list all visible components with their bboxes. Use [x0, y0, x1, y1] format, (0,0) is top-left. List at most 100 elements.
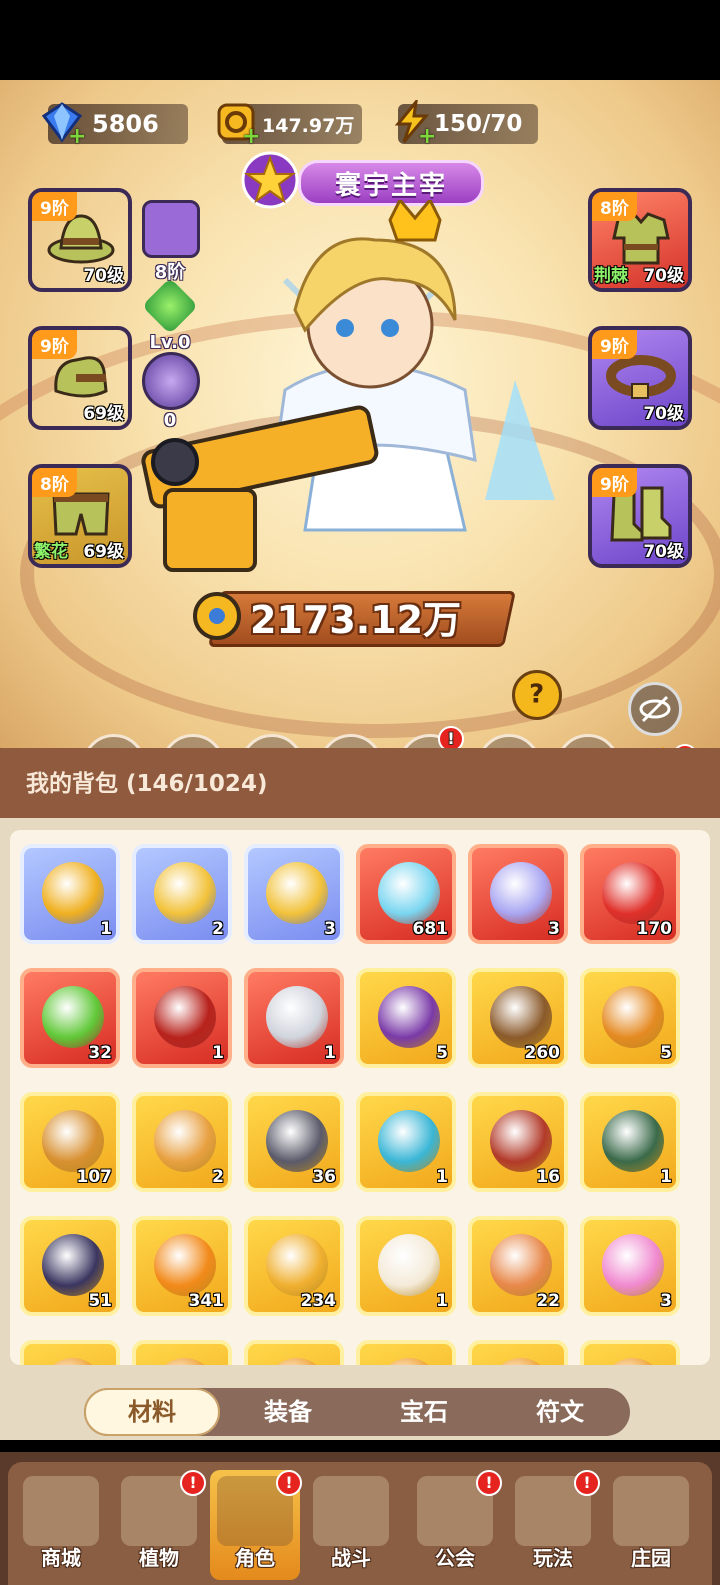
equip-slot-armor[interactable]: 8阶 荆棘 70级 — [588, 188, 692, 292]
planet-icon — [142, 352, 200, 410]
bag-item[interactable]: 32 — [20, 968, 120, 1068]
tier-label: 9阶 — [592, 330, 637, 359]
equip-slot-boots[interactable]: 9阶 70级 — [588, 464, 692, 568]
nav-manor[interactable]: 庄园 — [606, 1470, 696, 1580]
pink-crystal-icon — [602, 1234, 664, 1296]
bag-item[interactable]: 3 — [468, 844, 568, 944]
tab-rune[interactable]: 符文 — [556, 734, 620, 748]
tab-pet[interactable]: 宠物 — [240, 734, 304, 748]
green-crystal-icon — [141, 277, 199, 335]
level-label: 69级 — [83, 542, 124, 562]
nav-guild[interactable]: 公会 ! — [410, 1470, 502, 1580]
level-label: 69级 — [83, 404, 124, 424]
equip-slot-pants[interactable]: 8阶 繁花 69级 — [28, 464, 132, 568]
bag-item[interactable]: 341 — [132, 1216, 232, 1316]
backpack-tier[interactable]: 8阶 — [142, 200, 200, 284]
backpack-icon — [142, 200, 200, 258]
bag-item[interactable]: 22 — [468, 1216, 568, 1316]
costume-icon — [161, 734, 225, 748]
bag-item[interactable] — [132, 1340, 232, 1365]
bag-item[interactable]: 170 — [580, 844, 680, 944]
item-count: 5 — [436, 1043, 448, 1063]
nav-shop[interactable]: 商城 — [16, 1470, 106, 1580]
bag-item[interactable]: 3 — [580, 1216, 680, 1316]
gem-counter[interactable]: + 5806 — [41, 102, 188, 149]
tab-materials[interactable]: 材料 — [84, 1388, 220, 1436]
status-bar — [0, 0, 720, 80]
alert-badge: ! — [180, 1470, 206, 1496]
red-book-icon — [154, 986, 216, 1048]
bag-item[interactable]: 1 — [20, 844, 120, 944]
nav-plants[interactable]: 植物 ! — [114, 1470, 206, 1580]
bag-item[interactable]: 3 — [244, 844, 344, 944]
tab-runes[interactable]: 符文 — [492, 1388, 628, 1436]
tier-label: 8阶 — [32, 468, 77, 497]
tab-decoration[interactable]: 装饰 — [319, 734, 383, 748]
crystal-level[interactable]: Lv.0 — [141, 277, 199, 353]
equip-slot-hat[interactable]: 9阶 70级 — [28, 188, 132, 292]
bag-item[interactable]: 1 — [132, 968, 232, 1068]
nav-label: 公会 — [435, 1546, 475, 1570]
nav-label: 战斗 — [331, 1546, 371, 1570]
add-gold-icon[interactable]: + — [242, 124, 260, 149]
bag-item[interactable] — [468, 1340, 568, 1365]
tab-costume[interactable]: 时装 — [161, 734, 225, 748]
bag-item[interactable]: 1 — [580, 1092, 680, 1192]
bag-item[interactable] — [20, 1340, 120, 1365]
add-energy-icon[interactable]: + — [418, 124, 436, 149]
tab-weapon[interactable]: 武器 — [82, 734, 146, 748]
skull-scroll-icon — [378, 986, 440, 1048]
hide-view-button[interactable] — [628, 682, 682, 736]
syringe-icon — [154, 862, 216, 924]
combat-power: 2173.12万 — [190, 585, 530, 647]
ruby-key-icon — [602, 986, 664, 1048]
gold-counter[interactable]: + 147.97万 — [217, 103, 362, 149]
alert-badge: ! — [476, 1470, 502, 1496]
nav-battle[interactable]: 战斗 — [306, 1470, 396, 1580]
equip-slot-gloves[interactable]: 9阶 69级 — [28, 326, 132, 430]
shop-icon — [23, 1476, 99, 1546]
nav-character[interactable]: 角色 ! — [210, 1470, 302, 1580]
bag-item[interactable]: 260 — [468, 968, 568, 1068]
bag-item[interactable] — [244, 1340, 344, 1365]
tab-gems[interactable]: 宝石 — [356, 1388, 492, 1436]
bag-item[interactable]: 51 — [20, 1216, 120, 1316]
nav-gameplay[interactable]: 玩法 ! — [508, 1470, 600, 1580]
bag-item[interactable]: 107 — [20, 1092, 120, 1192]
bag-item[interactable]: 2 — [132, 844, 232, 944]
bag-item[interactable] — [580, 1340, 680, 1365]
tab-equipment-items[interactable]: 装备 — [220, 1388, 356, 1436]
add-gems-icon[interactable]: + — [68, 124, 86, 149]
teal-key-icon — [154, 1110, 216, 1172]
item-count: 5 — [660, 1043, 672, 1063]
equip-slot-belt[interactable]: 9阶 70级 — [588, 326, 692, 430]
tab-equipment[interactable]: 装备 ! — [398, 726, 464, 748]
bag-item[interactable]: 1 — [356, 1216, 456, 1316]
bag-item[interactable]: 5 — [356, 968, 456, 1068]
bag-item[interactable] — [356, 1340, 456, 1365]
tab-body-training[interactable]: 炼体 — [477, 734, 541, 748]
energy-counter[interactable]: + 150/70 — [394, 100, 538, 149]
bag-item[interactable]: 1 — [244, 968, 344, 1068]
star-crystal-icon — [378, 862, 440, 924]
spellbook-icon — [490, 1110, 552, 1172]
bag-item[interactable]: 36 — [244, 1092, 344, 1192]
level-label: 70级 — [83, 266, 124, 286]
bag-item[interactable]: 16 — [468, 1092, 568, 1192]
bag-item[interactable]: 2 — [132, 1092, 232, 1192]
bag-item[interactable]: 1 — [356, 1092, 456, 1192]
alert-badge: ! — [574, 1470, 600, 1496]
manor-icon — [613, 1476, 689, 1546]
bag-grid: 1 2 3 681 3 170 32 1 1 5 260 5 107 2 36 1 16 1 51 341 234 1 22… — [10, 830, 710, 1365]
gem-amount: 5806 — [92, 110, 159, 138]
bag-item[interactable]: 234 — [244, 1216, 344, 1316]
monk-icon — [477, 734, 541, 748]
bag-item[interactable]: 5 — [580, 968, 680, 1068]
bag-item[interactable]: 681 — [356, 844, 456, 944]
hero-character-illustration[interactable] — [135, 200, 585, 600]
rune-stone-icon — [42, 1234, 104, 1296]
item-count: 1 — [324, 1043, 336, 1063]
item-count: 16 — [536, 1167, 560, 1187]
planet-counter[interactable]: 0 — [142, 352, 200, 431]
eye-hidden-icon — [639, 695, 671, 723]
